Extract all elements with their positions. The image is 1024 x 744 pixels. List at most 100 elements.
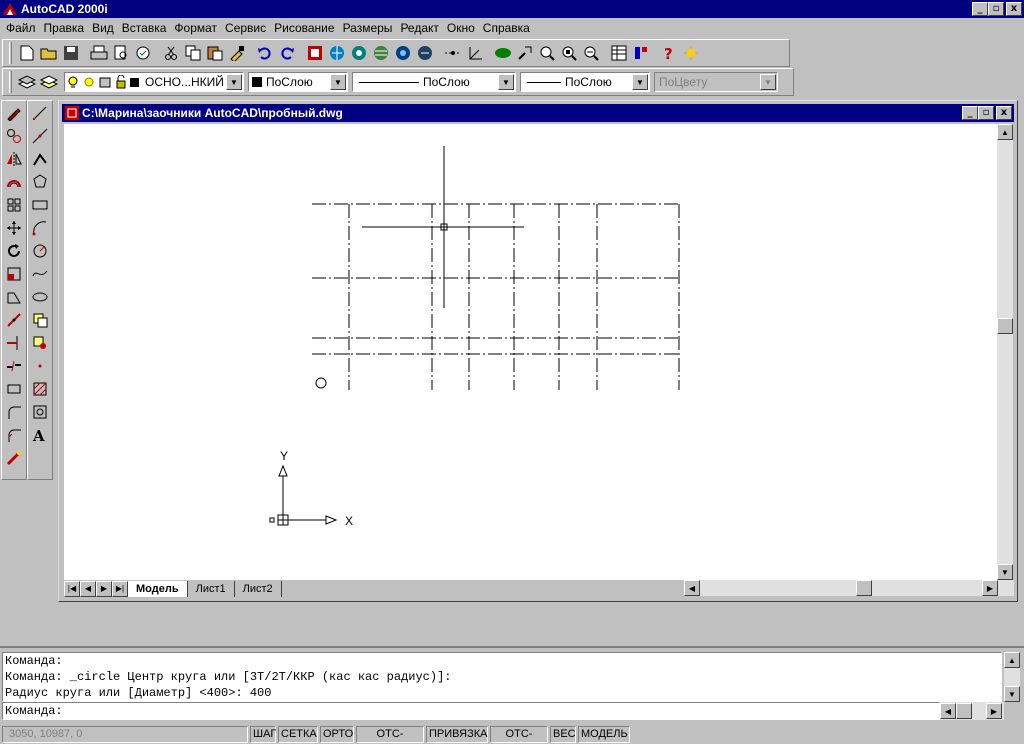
scroll-thumb[interactable] (856, 580, 872, 596)
polygon-icon[interactable] (28, 170, 52, 193)
save-icon[interactable] (60, 42, 82, 64)
print-icon[interactable] (88, 42, 110, 64)
break-icon[interactable] (2, 354, 26, 377)
new-icon[interactable] (16, 42, 38, 64)
linetype-combo[interactable]: ПоСлою ▼ (352, 72, 516, 92)
zoom-previous-icon[interactable] (558, 42, 580, 64)
cad-center-icon[interactable] (304, 42, 326, 64)
restore-button[interactable]: ▫ (988, 2, 1004, 16)
otrack-toggle[interactable]: ОТС-ПРИВ (490, 725, 548, 744)
tab-layout2[interactable]: Лист2 (235, 580, 282, 597)
menu-modify[interactable]: Редакт (398, 21, 444, 35)
command-line-input[interactable]: Команда: (2, 702, 940, 720)
scroll-down-icon[interactable]: ▼ (1004, 686, 1020, 702)
chamfer-icon[interactable] (2, 377, 26, 400)
dropdown-arrow-icon[interactable]: ▼ (632, 74, 648, 90)
menu-file[interactable]: Файл (4, 21, 42, 35)
arc-icon[interactable] (28, 216, 52, 239)
zoom-extents-icon[interactable] (580, 42, 602, 64)
trim-icon[interactable] (2, 308, 26, 331)
snap-icon[interactable] (442, 42, 464, 64)
web-icon[interactable] (370, 42, 392, 64)
scroll-right-icon[interactable]: ▶ (982, 580, 998, 596)
browser-icon[interactable] (392, 42, 414, 64)
array-icon[interactable] (2, 193, 26, 216)
copy-object-icon[interactable] (2, 124, 26, 147)
redo-icon[interactable] (276, 42, 298, 64)
drawing-title-bar[interactable]: C:\Марина\заочники AutoCAD\пробный.dwg _… (62, 104, 1014, 122)
scroll-up-icon[interactable]: ▲ (997, 124, 1013, 140)
menu-window[interactable]: Окно (445, 21, 481, 35)
open-icon[interactable] (38, 42, 60, 64)
line-icon[interactable] (28, 101, 52, 124)
dropdown-arrow-icon[interactable]: ▼ (330, 74, 346, 90)
layer-combo[interactable]: ОСНО...НКИЙ ▼ (64, 72, 244, 92)
scroll-thumb[interactable] (997, 318, 1013, 334)
rotate-icon[interactable] (2, 239, 26, 262)
match-properties-icon[interactable] (226, 42, 248, 64)
menu-format[interactable]: Формат (172, 21, 223, 35)
make-block-icon[interactable] (28, 331, 52, 354)
scroll-down-icon[interactable]: ▼ (997, 564, 1013, 580)
move-icon[interactable] (2, 216, 26, 239)
multiline-text-icon[interactable]: A (28, 423, 52, 446)
spline-icon[interactable] (28, 262, 52, 285)
scroll-thumb[interactable] (956, 703, 972, 719)
globe-icon[interactable] (326, 42, 348, 64)
lineweight-toggle[interactable]: ВЕС (550, 725, 576, 743)
layers-icon[interactable] (38, 71, 60, 93)
make-layer-current-icon[interactable] (16, 71, 38, 93)
circle-icon[interactable] (28, 239, 52, 262)
ellipse-icon[interactable] (28, 285, 52, 308)
hatch-icon[interactable] (28, 377, 52, 400)
rectangle-icon[interactable] (28, 193, 52, 216)
fillet-icon[interactable] (2, 400, 26, 423)
mirror-icon[interactable] (2, 147, 26, 170)
scroll-up-icon[interactable]: ▲ (1004, 652, 1020, 668)
explode-object-icon[interactable] (2, 446, 26, 469)
point-icon[interactable] (28, 354, 52, 377)
menu-view[interactable]: Вид (90, 21, 120, 35)
ortho-toggle[interactable]: ОРТО (320, 725, 354, 743)
last-tab-icon[interactable]: ▶| (112, 580, 128, 597)
coordinate-readout[interactable]: 3050, 10987, 0 (2, 725, 248, 743)
color-combo[interactable]: ПоСлою ▼ (248, 72, 348, 92)
menu-tools[interactable]: Сервис (223, 21, 272, 35)
region-icon[interactable] (28, 400, 52, 423)
next-tab-icon[interactable]: ▶ (96, 580, 112, 597)
app-title-bar[interactable]: AutoCAD 2000i _ ▫ x (0, 0, 1024, 18)
ucs-icon[interactable] (464, 42, 486, 64)
copy-icon[interactable] (182, 42, 204, 64)
tab-layout1[interactable]: Лист1 (188, 580, 235, 597)
first-tab-icon[interactable]: |◀ (64, 580, 80, 597)
hyperlink-icon[interactable] (348, 42, 370, 64)
scroll-left-icon[interactable]: ◀ (684, 580, 700, 596)
doc-close-button[interactable]: x (996, 106, 1012, 120)
model-toggle[interactable]: МОДЕЛЬ (578, 725, 630, 743)
erase-icon[interactable] (2, 101, 26, 124)
grid-toggle[interactable]: СЕТКА (278, 725, 318, 743)
model-space-canvas[interactable]: Y X (64, 124, 997, 580)
pan-realtime-icon[interactable] (492, 42, 514, 64)
offset-icon[interactable] (2, 170, 26, 193)
menu-dimension[interactable]: Размеры (341, 21, 399, 35)
menu-insert[interactable]: Вставка (120, 21, 173, 35)
print-preview-icon[interactable] (110, 42, 132, 64)
minimize-button[interactable]: _ (972, 2, 988, 16)
doc-restore-button[interactable]: ▫ (978, 106, 994, 120)
scroll-left-icon[interactable]: ◀ (940, 703, 956, 719)
toolbar-grip[interactable] (9, 71, 12, 93)
toolbar-grip[interactable] (9, 42, 12, 64)
drawing-horizontal-scrollbar[interactable]: ◀ ▶ (684, 580, 1014, 596)
drawing-vertical-scrollbar[interactable]: ▲ ▼ (997, 124, 1013, 580)
cut-icon[interactable] (160, 42, 182, 64)
close-button[interactable]: x (1006, 2, 1022, 16)
insert-block-icon[interactable] (28, 308, 52, 331)
doc-minimize-button[interactable]: _ (962, 106, 978, 120)
dropdown-arrow-icon[interactable]: ▼ (226, 74, 242, 90)
command-scrollbar[interactable]: ▲ ▼ (1004, 652, 1020, 702)
scroll-right-icon[interactable]: ▶ (986, 703, 1002, 719)
scale-icon[interactable] (2, 262, 26, 285)
help-icon[interactable]: ? (658, 42, 680, 64)
dropdown-arrow-icon[interactable]: ▼ (498, 74, 514, 90)
